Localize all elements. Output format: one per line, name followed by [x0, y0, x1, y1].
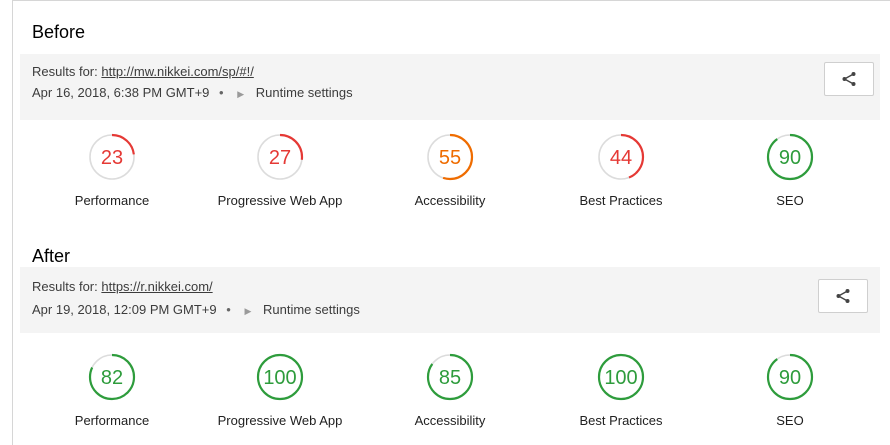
gauge-score: 23 [101, 147, 123, 169]
score-gauge-ring: 90 [766, 353, 814, 401]
after-runtime-settings[interactable]: Runtime settings [263, 302, 360, 317]
before-share-button[interactable] [824, 62, 874, 96]
after-results-prefix: Results for: [32, 279, 98, 294]
gauge-label: SEO [776, 413, 804, 428]
after-results-bar: Results for: https://r.nikkei.com/ Apr 1… [20, 267, 880, 333]
score-gauge-ring: 100 [256, 353, 304, 401]
score-gauge-ring: 23 [88, 133, 136, 181]
after-share-button[interactable] [818, 279, 868, 313]
score-gauge-ring: 55 [426, 133, 474, 181]
gauge-score: 44 [610, 147, 632, 169]
after-meta-line: Apr 19, 2018, 12:09 PM GMT+9 • ▶ Runtime… [32, 302, 360, 317]
after-separator-dot: • [226, 302, 231, 317]
score-gauge[interactable]: 85 Accessibility [350, 351, 550, 428]
gauge-label: Accessibility [414, 413, 486, 428]
gauge-score: 85 [439, 367, 461, 389]
share-icon [836, 289, 850, 303]
after-results-for: Results for: https://r.nikkei.com/ [32, 279, 213, 294]
expand-triangle-icon[interactable]: ▶ [237, 89, 244, 99]
before-section-title: Before [32, 22, 86, 42]
score-gauge[interactable]: 90 SEO [690, 131, 890, 208]
score-gauge[interactable]: 55 Accessibility [350, 131, 550, 208]
gauge-score: 90 [779, 367, 801, 389]
score-gauge-ring: 90 [766, 133, 814, 181]
score-gauge[interactable]: 90 SEO [690, 351, 890, 428]
before-meta-line: Apr 16, 2018, 6:38 PM GMT+9 • ▶ Runtime … [32, 85, 353, 100]
before-date: Apr 16, 2018, 6:38 PM GMT+9 [32, 85, 210, 100]
before-url-link[interactable]: http://mw.nikkei.com/sp/#!/ [101, 64, 253, 79]
after-date: Apr 19, 2018, 12:09 PM GMT+9 [32, 302, 217, 317]
before-results-prefix: Results for: [32, 64, 98, 79]
before-runtime-settings[interactable]: Runtime settings [256, 85, 353, 100]
score-gauge-ring: 44 [597, 133, 645, 181]
gauge-score: 82 [101, 367, 123, 389]
score-gauge-ring: 85 [426, 353, 474, 401]
before-results-bar: Results for: http://mw.nikkei.com/sp/#!/… [20, 54, 880, 120]
before-separator-dot: • [219, 85, 224, 100]
score-gauge-ring: 82 [88, 353, 136, 401]
gauge-score: 100 [263, 367, 296, 389]
gauge-score: 100 [604, 367, 637, 389]
gauge-label: SEO [776, 193, 804, 208]
after-section-title: After [32, 246, 71, 266]
score-gauge-ring: 100 [597, 353, 645, 401]
gauge-score: 90 [779, 147, 801, 169]
share-icon [842, 72, 856, 86]
score-gauge-ring: 27 [256, 133, 304, 181]
after-url-link[interactable]: https://r.nikkei.com/ [101, 279, 212, 294]
expand-triangle-icon[interactable]: ▶ [244, 306, 251, 316]
gauge-score: 55 [439, 147, 461, 169]
gauge-label: Accessibility [414, 193, 486, 208]
before-results-for: Results for: http://mw.nikkei.com/sp/#!/ [32, 64, 254, 79]
gauge-score: 27 [269, 147, 291, 169]
